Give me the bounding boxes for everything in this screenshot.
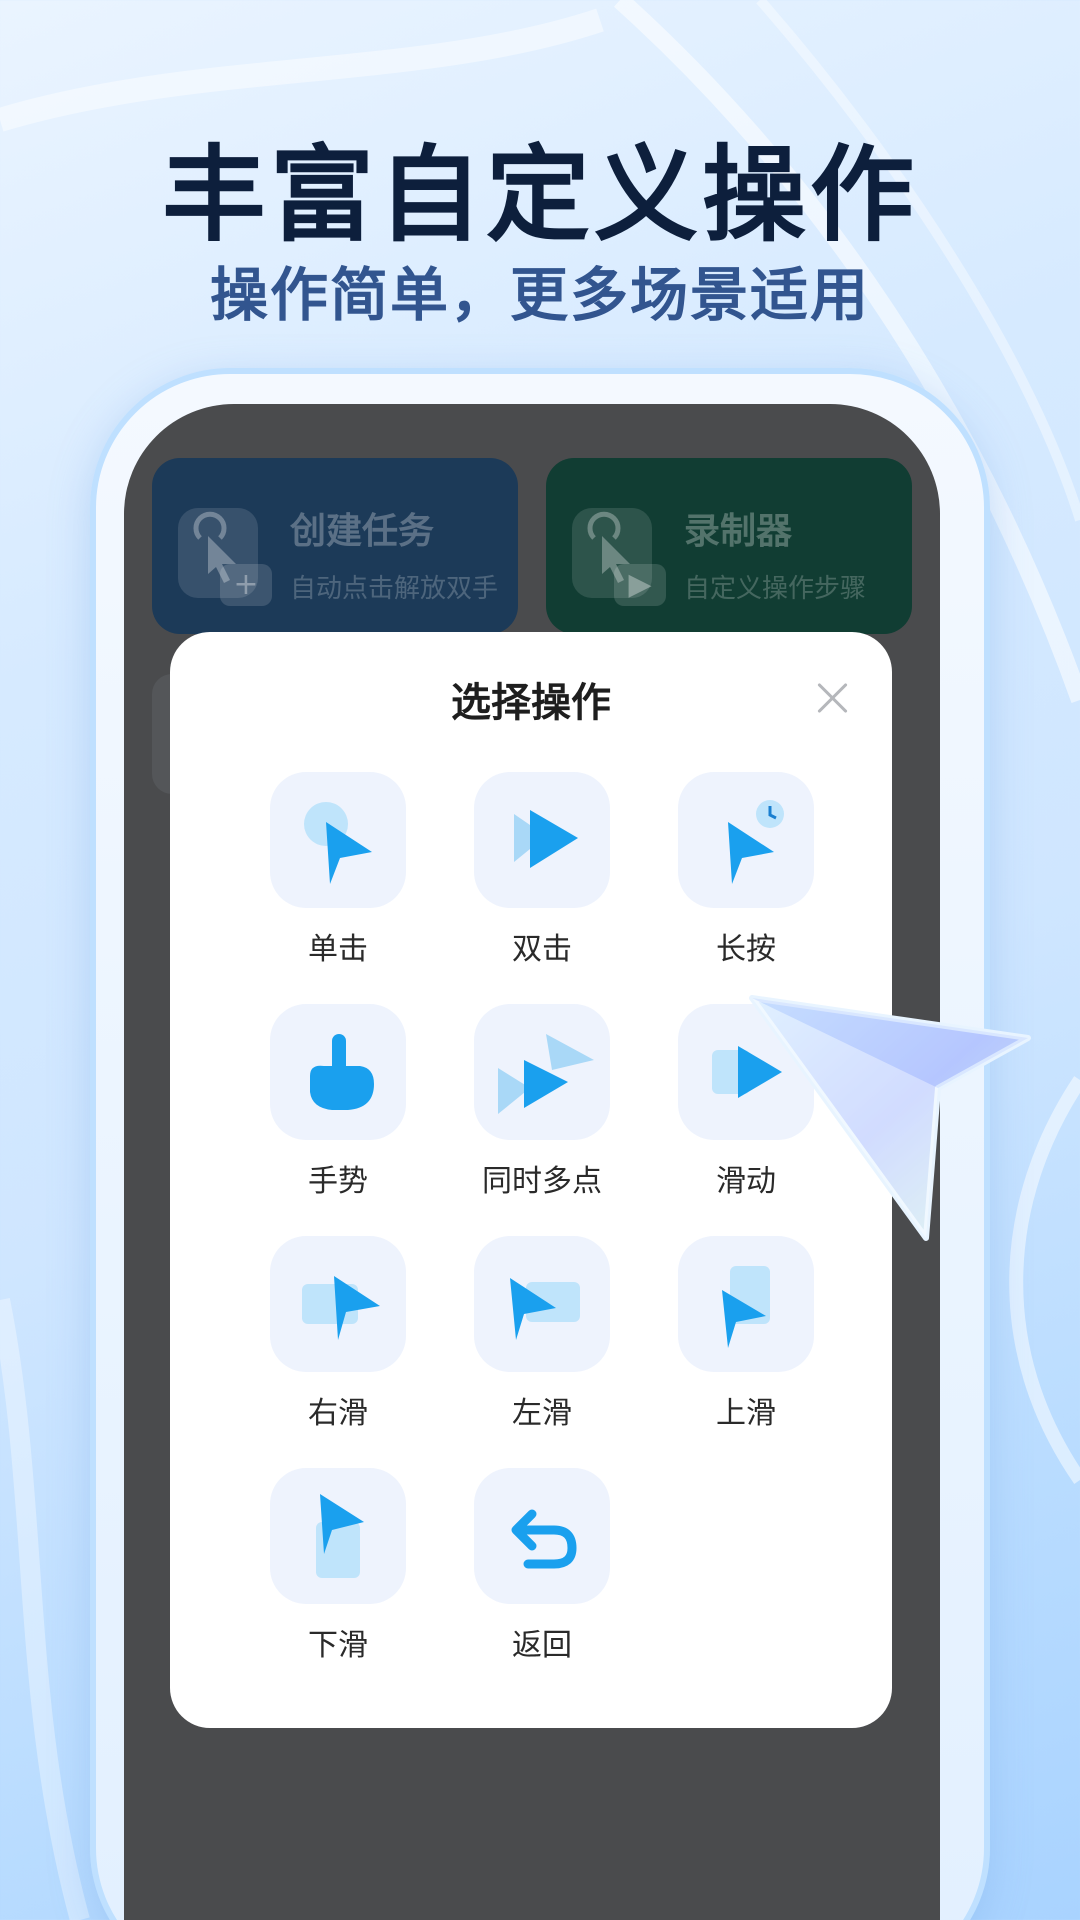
- op-label: 同时多点: [482, 1164, 602, 1199]
- swipe-right-icon: [270, 1236, 406, 1372]
- op-back[interactable]: 返回: [462, 1468, 622, 1698]
- swipe-down-icon: [270, 1468, 406, 1604]
- tap-video-icon: ▶: [572, 508, 666, 606]
- recorder-title: 录制器: [684, 511, 793, 552]
- gesture-hand-icon: [270, 1004, 406, 1140]
- op-label: 右滑: [308, 1396, 368, 1431]
- single-tap-icon: [270, 772, 406, 908]
- op-label: 上滑: [716, 1396, 776, 1431]
- op-swipe-down[interactable]: 下滑: [258, 1468, 418, 1698]
- page-subheadline: 操作简单，更多场景适用: [209, 261, 870, 329]
- op-double-tap[interactable]: 双击: [462, 772, 622, 1002]
- double-tap-icon: [474, 772, 610, 908]
- op-label: 下滑: [308, 1628, 368, 1663]
- multi-point-icon: [474, 1004, 610, 1140]
- glass-cursor-arrow-icon: [749, 995, 1031, 1241]
- recorder-card[interactable]: ▶ 录制器 自定义操作步骤: [546, 458, 912, 634]
- op-long-press[interactable]: 长按: [666, 772, 826, 1002]
- op-swipe-up[interactable]: 上滑: [666, 1236, 826, 1466]
- op-label: 双击: [512, 932, 572, 967]
- create-task-title: 创建任务: [290, 511, 435, 552]
- tap-add-icon: +: [178, 508, 272, 606]
- dialog-title: 选择操作: [451, 680, 611, 726]
- create-task-subtitle: 自动点击解放双手: [290, 574, 499, 604]
- op-swipe-right[interactable]: 右滑: [258, 1236, 418, 1466]
- op-multi-point[interactable]: 同时多点: [462, 1004, 622, 1234]
- recorder-subtitle: 自定义操作步骤: [684, 574, 867, 604]
- swipe-left-icon: [474, 1236, 610, 1372]
- op-gesture[interactable]: 手势: [258, 1004, 418, 1234]
- op-label: 单击: [308, 932, 368, 967]
- create-task-card[interactable]: + 创建任务 自动点击解放双手: [152, 458, 518, 634]
- close-icon[interactable]: [810, 676, 854, 720]
- op-swipe-left[interactable]: 左滑: [462, 1236, 622, 1466]
- op-label: 左滑: [512, 1396, 572, 1431]
- op-single-tap[interactable]: 单击: [258, 772, 418, 1002]
- op-label: 长按: [716, 932, 776, 967]
- op-label: 返回: [512, 1628, 572, 1663]
- page-headline: 丰富自定义操作: [161, 134, 918, 256]
- op-label: 手势: [308, 1164, 368, 1199]
- long-press-icon: [678, 772, 814, 908]
- back-icon: [474, 1468, 610, 1604]
